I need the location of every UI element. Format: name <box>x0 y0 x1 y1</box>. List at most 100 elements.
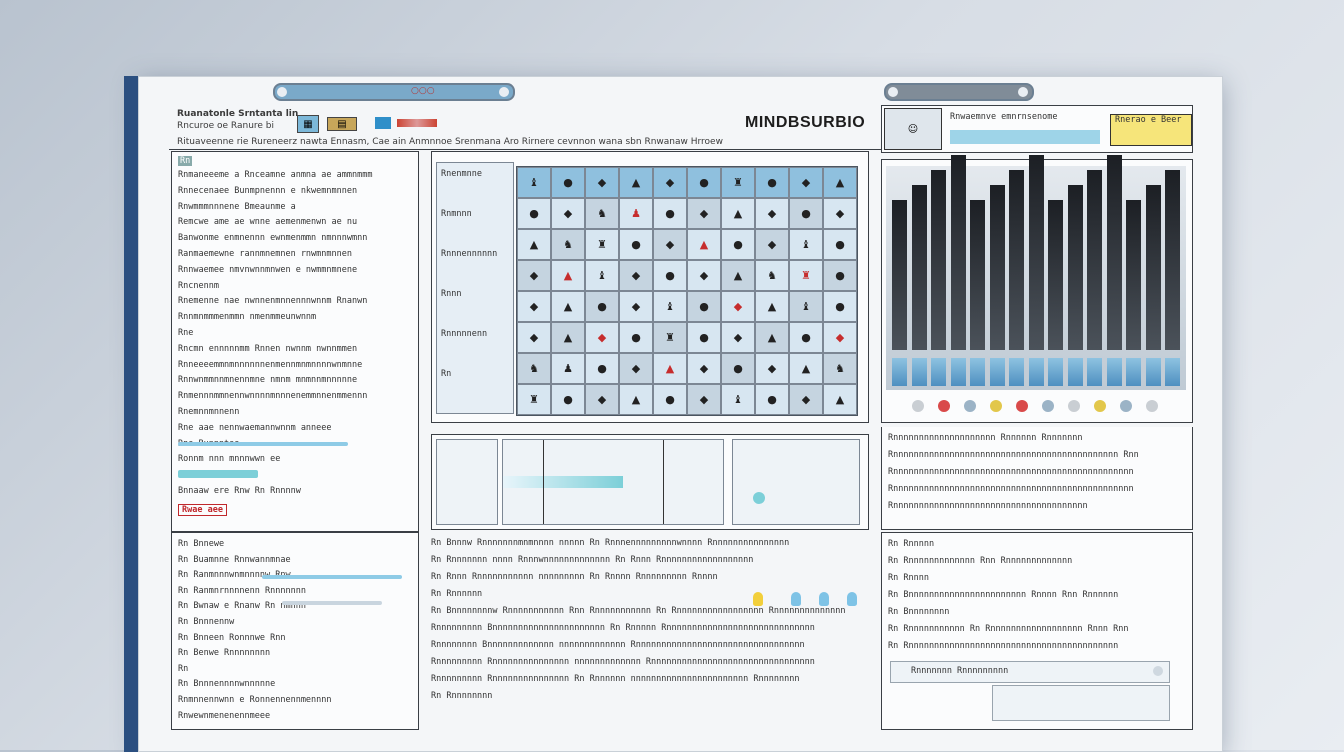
legend-dot-icon[interactable] <box>912 400 924 412</box>
grid-cell[interactable]: ♜ <box>517 384 551 415</box>
grid-cell[interactable]: ♜ <box>789 260 823 291</box>
grid-cell[interactable]: ♝ <box>653 291 687 322</box>
grid-cell[interactable]: ◆ <box>789 167 823 198</box>
circle-button-icon[interactable] <box>499 87 509 97</box>
grid-cell[interactable]: ♟ <box>551 353 585 384</box>
legend-dot-icon[interactable] <box>964 400 976 412</box>
window-control-bar-right[interactable] <box>884 83 1034 101</box>
tag-icon[interactable]: ▤ <box>327 117 357 131</box>
legend-dot-icon[interactable] <box>1016 400 1028 412</box>
grid-cell[interactable]: ● <box>551 167 585 198</box>
timeline-bar[interactable] <box>503 476 623 488</box>
grid-cell[interactable]: ♞ <box>517 353 551 384</box>
grid-cell[interactable]: ♟ <box>619 198 653 229</box>
grid-cell[interactable]: ♝ <box>789 291 823 322</box>
grid-cell[interactable]: ♞ <box>823 353 857 384</box>
grid-cell[interactable]: ♝ <box>517 167 551 198</box>
status-badge[interactable]: Rnerao e Beer <box>1110 114 1192 146</box>
grid-cell[interactable]: ◆ <box>721 291 755 322</box>
grid-cell[interactable]: ◆ <box>517 260 551 291</box>
grid-cell[interactable]: ● <box>687 167 721 198</box>
grid-cell[interactable]: ● <box>721 229 755 260</box>
grid-cell[interactable]: ◆ <box>585 322 619 353</box>
flag-icon[interactable] <box>375 117 391 129</box>
grid-cell[interactable]: ● <box>551 384 585 415</box>
legend-dot-icon[interactable] <box>1146 400 1158 412</box>
grid-cell[interactable]: ◆ <box>551 198 585 229</box>
grid-cell[interactable]: ◆ <box>755 198 789 229</box>
grid-cell[interactable]: ♞ <box>585 198 619 229</box>
circle-button-icon[interactable] <box>277 87 287 97</box>
grid-cell[interactable]: ◆ <box>653 229 687 260</box>
clear-icon[interactable] <box>1153 666 1163 676</box>
timeline-track[interactable] <box>502 439 724 525</box>
grid-cell[interactable]: ● <box>823 291 857 322</box>
legend-dot-icon[interactable] <box>1042 400 1054 412</box>
grid-cell[interactable]: ▲ <box>551 322 585 353</box>
grid-cell[interactable]: ● <box>653 198 687 229</box>
grid-cell[interactable]: ◆ <box>755 229 789 260</box>
grid-cell[interactable]: ♝ <box>789 229 823 260</box>
grid-cell[interactable]: ◆ <box>653 167 687 198</box>
grid-cell[interactable]: ◆ <box>755 353 789 384</box>
grid-cell[interactable]: ▲ <box>517 229 551 260</box>
grid-cell[interactable]: ◆ <box>619 353 653 384</box>
grid-cell[interactable]: ▲ <box>551 260 585 291</box>
grid-cell[interactable]: ◆ <box>687 260 721 291</box>
grid-cell[interactable]: ▲ <box>619 167 653 198</box>
image-icon[interactable]: ▦ <box>297 115 319 133</box>
circle-button-icon[interactable] <box>1018 87 1028 97</box>
grid-cell[interactable]: ♝ <box>721 384 755 415</box>
grid-cell[interactable]: ● <box>585 353 619 384</box>
grid-cell[interactable]: ▲ <box>823 167 857 198</box>
grid-cell[interactable]: ◆ <box>687 353 721 384</box>
circle-button-icon[interactable] <box>888 87 898 97</box>
data-grid[interactable]: ♝ ● ◆ ▲ ◆ ● ♜ ● ◆ ▲ ● ◆ ♞ ♟ ● ◆ ▲ ◆ ● ◆ ▲ ♞ ♜ ● ◆ ▲ ● ◆ ♝ ● ◆ ▲ ♝ ◆ ● ◆ ▲ ♞ ♜ ●… <box>516 166 858 416</box>
blue-tag-icon[interactable] <box>847 592 857 606</box>
grid-cell[interactable]: ◆ <box>619 291 653 322</box>
grid-cell[interactable]: ● <box>517 198 551 229</box>
grid-cell[interactable]: ♜ <box>585 229 619 260</box>
grid-cell[interactable]: ▲ <box>721 260 755 291</box>
grid-cell[interactable]: ▲ <box>653 353 687 384</box>
notes-area[interactable] <box>992 685 1170 721</box>
grid-cell[interactable]: ◆ <box>517 291 551 322</box>
yellow-tag-icon[interactable] <box>753 592 763 606</box>
grid-cell[interactable]: ♞ <box>551 229 585 260</box>
filter-box[interactable]: Rnnnnnnn Rnnnnnnnnn <box>890 661 1170 683</box>
grid-cell[interactable]: ● <box>653 260 687 291</box>
grid-cell[interactable]: ◆ <box>585 167 619 198</box>
grid-cell[interactable]: ● <box>755 384 789 415</box>
grid-cell[interactable]: ◆ <box>823 198 857 229</box>
grid-cell[interactable]: ▲ <box>551 291 585 322</box>
grid-cell[interactable]: ▲ <box>755 291 789 322</box>
grid-cell[interactable]: ● <box>653 384 687 415</box>
grid-cell[interactable]: ◆ <box>517 322 551 353</box>
grid-cell[interactable]: ◆ <box>687 384 721 415</box>
legend-dot-icon[interactable] <box>1120 400 1132 412</box>
grid-cell[interactable]: ● <box>789 322 823 353</box>
grid-cell[interactable]: ◆ <box>687 198 721 229</box>
legend-dot-icon[interactable] <box>938 400 950 412</box>
legend-dot-icon[interactable] <box>1094 400 1106 412</box>
grid-cell[interactable]: ▲ <box>687 229 721 260</box>
grid-cell[interactable]: ▲ <box>721 198 755 229</box>
grid-cell[interactable]: ▲ <box>823 384 857 415</box>
grid-cell[interactable]: ♞ <box>755 260 789 291</box>
grid-cell[interactable]: ◆ <box>823 322 857 353</box>
grid-cell[interactable]: ▲ <box>789 353 823 384</box>
grid-cell[interactable]: ◆ <box>721 322 755 353</box>
grid-cell[interactable]: ● <box>687 322 721 353</box>
blue-tag-icon[interactable] <box>819 592 829 606</box>
grid-cell[interactable]: ● <box>687 291 721 322</box>
grid-cell[interactable]: ♜ <box>653 322 687 353</box>
legend-dot-icon[interactable] <box>990 400 1002 412</box>
grid-cell[interactable]: ▲ <box>755 322 789 353</box>
avatar[interactable]: ☺ <box>884 108 942 150</box>
grid-cell[interactable]: ● <box>721 353 755 384</box>
grid-cell[interactable]: ♜ <box>721 167 755 198</box>
alert-label[interactable]: Rwae aee <box>178 504 227 516</box>
grid-cell[interactable]: ● <box>823 260 857 291</box>
grid-cell[interactable]: ♝ <box>585 260 619 291</box>
grid-cell[interactable]: ● <box>823 229 857 260</box>
